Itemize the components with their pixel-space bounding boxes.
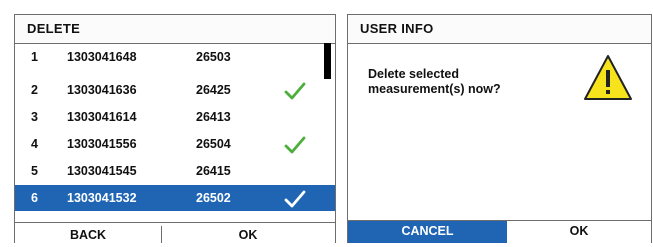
delete-panel-button-bar: BACK OK	[15, 222, 335, 243]
confirm-message-line2: measurement(s) now?	[368, 82, 501, 96]
row-id: 1303041556	[67, 137, 137, 151]
row-id: 1303041545	[67, 164, 137, 178]
delete-panel: DELETE 1 1303041648 26503 2 1303041636 2…	[14, 14, 336, 243]
row-index: 2	[31, 83, 38, 97]
list-row-2[interactable]: 2 1303041636 26425	[15, 77, 335, 103]
confirm-message: Delete selected measurement(s) now?	[368, 67, 538, 97]
row-index: 4	[31, 137, 38, 151]
list-row-6-selected[interactable]: 6 1303041532 26502	[15, 185, 335, 211]
user-info-panel: USER INFO Delete selected measurement(s)…	[347, 14, 652, 243]
checkmark-icon	[284, 190, 306, 208]
row-value: 26504	[196, 137, 231, 151]
user-info-title: USER INFO	[348, 15, 651, 44]
row-value: 26425	[196, 83, 231, 97]
list-row-3[interactable]: 3 1303041614 26413	[15, 104, 335, 130]
warning-triangle-icon	[584, 55, 632, 100]
user-info-button-bar: CANCEL OK	[348, 220, 651, 243]
row-value: 26503	[196, 50, 231, 64]
ok-button[interactable]: OK	[507, 221, 651, 243]
list-row-5[interactable]: 5 1303041545 26415	[15, 158, 335, 184]
row-id: 1303041532	[67, 191, 137, 205]
delete-panel-title: DELETE	[15, 15, 335, 44]
row-index: 1	[31, 50, 38, 64]
row-id: 1303041614	[67, 110, 137, 124]
cancel-button[interactable]: CANCEL	[348, 221, 507, 243]
back-button[interactable]: BACK	[15, 223, 161, 243]
checkmark-icon	[284, 82, 306, 100]
checkmark-icon	[284, 136, 306, 154]
row-index: 6	[31, 191, 38, 205]
list-row-1[interactable]: 1 1303041648 26503	[15, 44, 335, 70]
row-value: 26413	[196, 110, 231, 124]
confirm-message-line1: Delete selected	[368, 67, 460, 81]
row-index: 5	[31, 164, 38, 178]
row-id: 1303041636	[67, 83, 137, 97]
list-row-4[interactable]: 4 1303041556 26504	[15, 131, 335, 157]
ok-button[interactable]: OK	[161, 223, 335, 243]
row-value: 26415	[196, 164, 231, 178]
row-id: 1303041648	[67, 50, 137, 64]
row-value: 26502	[196, 191, 231, 205]
row-index: 3	[31, 110, 38, 124]
